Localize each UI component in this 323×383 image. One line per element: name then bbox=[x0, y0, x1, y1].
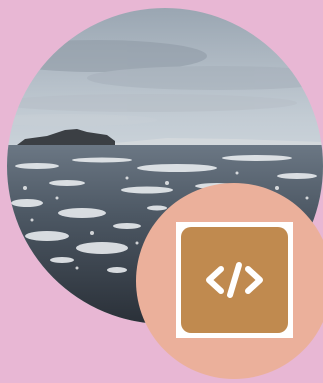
code-icon-tile bbox=[181, 227, 288, 333]
code-brackets-icon bbox=[181, 227, 288, 333]
canvas bbox=[0, 0, 323, 383]
code-icon-frame bbox=[176, 222, 293, 338]
